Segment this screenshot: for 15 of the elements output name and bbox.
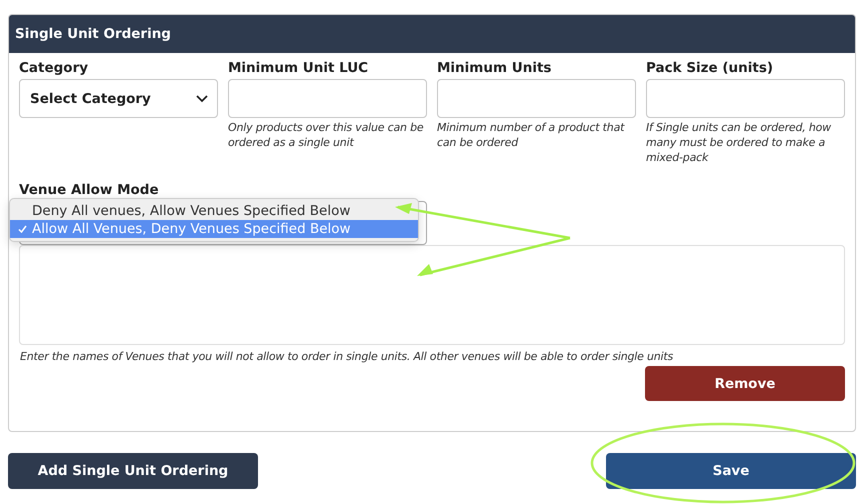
field-label: Minimum Units xyxy=(437,59,552,78)
save-button[interactable]: Save xyxy=(606,453,856,489)
field-label: Minimum Unit LUC xyxy=(228,59,370,78)
field-label: Pack Size (units) xyxy=(646,59,774,78)
help-text: Enter the names of Venues that you will not allow to order in single units. All other venues will be able to order single units xyxy=(20,349,674,364)
panel-title: Single Unit Ordering xyxy=(15,26,171,42)
help-text: Minimum number of a product that can be ordered xyxy=(437,120,626,150)
remove-button[interactable]: Remove xyxy=(645,366,845,401)
help-text: If Single units can be ordered, how many must be ordered to make a mixed-pack xyxy=(646,120,832,165)
add-button[interactable]: Add Single Unit Ordering xyxy=(8,453,258,489)
field-label: Venue Allow Mode xyxy=(19,182,159,198)
dropdown-option[interactable]: Deny All venues, Allow Venues Specified Below xyxy=(10,202,418,220)
category-select[interactable]: Select Category xyxy=(19,79,218,118)
help-text: Only products over this value can be ordered as a single unit xyxy=(228,120,424,150)
field-label: Category xyxy=(19,59,90,78)
